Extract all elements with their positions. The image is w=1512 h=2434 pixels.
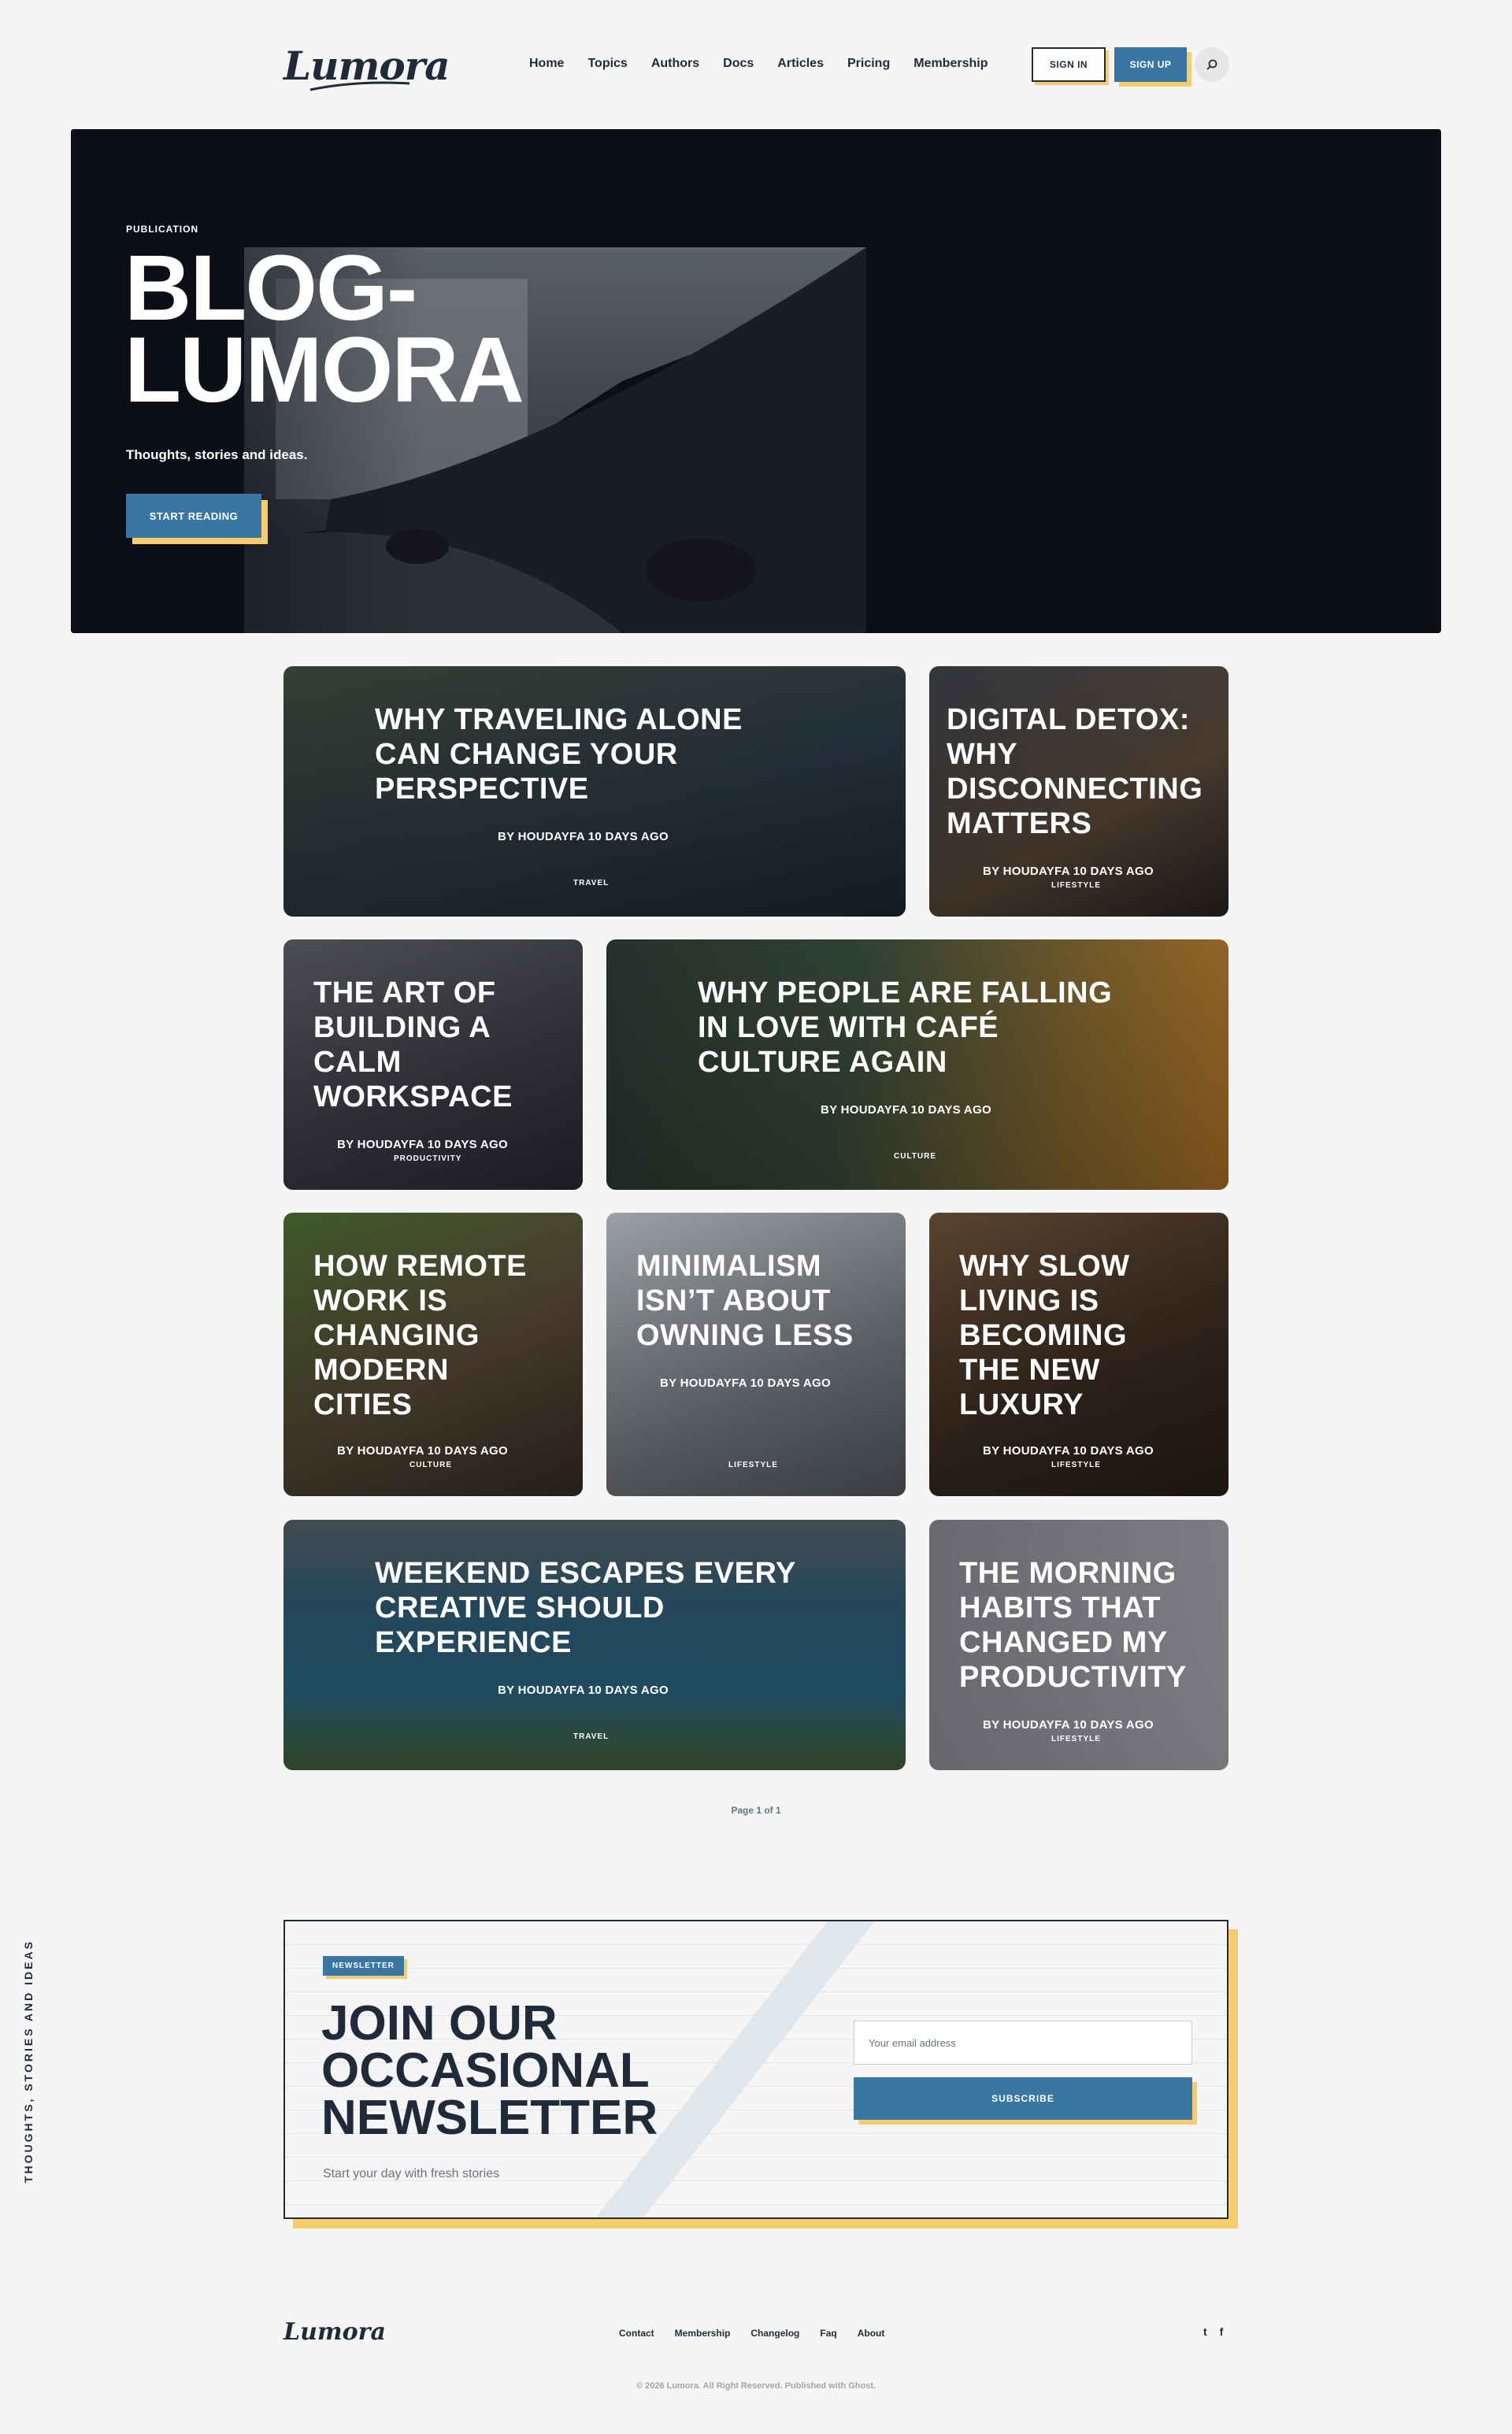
side-tagline: THOUGHTS, STORIES AND IDEAS <box>22 1939 35 2183</box>
post-tag[interactable]: LIFESTYLE <box>728 1461 778 1469</box>
post-card[interactable]: WHY TRAVELING ALONE CAN CHANGE YOUR PERS… <box>284 666 906 917</box>
post-card[interactable]: DIGITAL DETOX: WHY DISCONNECTING MATTERS… <box>929 666 1228 917</box>
newsletter-box: NEWSLETTER JOIN OUR OCCASIONAL NEWSLETTE… <box>284 1920 1228 2219</box>
start-reading-button[interactable]: START READING <box>126 494 261 538</box>
post-title[interactable]: MINIMALISM ISN’T ABOUT OWNING LESS <box>636 1249 888 1353</box>
footer-link-contact[interactable]: Contact <box>619 2328 654 2339</box>
newsletter-subtitle: Start your day with fresh stories <box>323 2167 500 2180</box>
sign-up-button[interactable]: SIGN UP <box>1114 47 1187 82</box>
post-title[interactable]: THE ART OF BUILDING A CALM WORKSPACE <box>313 976 550 1114</box>
post-title[interactable]: WHY PEOPLE ARE FALLING IN LOVE WITH CAFÉ… <box>698 976 1139 1080</box>
post-title[interactable]: WEEKEND ESCAPES EVERY CREATIVE SHOULD EX… <box>375 1556 816 1660</box>
post-tag[interactable]: CULTURE <box>894 1152 936 1161</box>
post-meta: BY HOUDAYFA 10 DAYS AGO <box>983 865 1154 878</box>
post-card[interactable]: HOW REMOTE WORK IS CHANGING MODERN CITIE… <box>284 1213 583 1496</box>
footer-link-changelog[interactable]: Changelog <box>750 2328 799 2339</box>
post-meta: BY HOUDAYFA 10 DAYS AGO <box>983 1718 1154 1732</box>
post-title[interactable]: HOW REMOTE WORK IS CHANGING MODERN CITIE… <box>313 1249 550 1422</box>
post-meta: BY HOUDAYFA 10 DAYS AGO <box>498 1684 669 1697</box>
footer-link-about[interactable]: About <box>858 2328 885 2339</box>
post-tag[interactable]: LIFESTYLE <box>1051 881 1101 890</box>
footer-nav: Contact Membership Changelog Faq About <box>619 2328 884 2339</box>
post-card[interactable]: MINIMALISM ISN’T ABOUT OWNING LESS BY HO… <box>606 1213 906 1496</box>
logo-swoosh <box>309 81 410 91</box>
search-button[interactable] <box>1195 47 1229 82</box>
post-meta: BY HOUDAYFA 10 DAYS AGO <box>498 830 669 843</box>
search-icon <box>1206 59 1217 70</box>
footer-logo[interactable]: Lumora <box>284 2318 386 2346</box>
footer-link-membership[interactable]: Membership <box>675 2328 731 2339</box>
facebook-icon[interactable]: f <box>1220 2325 1224 2338</box>
nav-pricing[interactable]: Pricing <box>847 57 890 71</box>
post-title[interactable]: DIGITAL DETOX: WHY DISCONNECTING MATTERS <box>947 702 1222 841</box>
post-meta: BY HOUDAYFA 10 DAYS AGO <box>337 1138 508 1151</box>
sign-in-button[interactable]: SIGN IN <box>1032 47 1106 82</box>
newsletter-title: JOIN OUR OCCASIONAL NEWSLETTER <box>321 1996 658 2145</box>
nav-authors[interactable]: Authors <box>651 57 699 71</box>
post-card[interactable]: THE MORNING HABITS THAT CHANGED MY PRODU… <box>929 1520 1228 1770</box>
hero-banner: PUBLICATION BLOG-LUMORA Thoughts, storie… <box>71 129 1441 633</box>
hero-title: BLOG-LUMORA <box>124 236 524 422</box>
post-title[interactable]: WHY SLOW LIVING IS BECOMING THE NEW LUXU… <box>959 1249 1195 1422</box>
footer-link-faq[interactable]: Faq <box>820 2328 836 2339</box>
post-meta: BY HOUDAYFA 10 DAYS AGO <box>337 1444 508 1458</box>
copyright: © 2026 Lumora. All Right Reserved. Publi… <box>636 2381 876 2391</box>
post-tag[interactable]: TRAVEL <box>573 1732 609 1741</box>
social-links: t f <box>1203 2325 1223 2338</box>
hero-label: PUBLICATION <box>126 224 199 235</box>
post-card[interactable]: WHY SLOW LIVING IS BECOMING THE NEW LUXU… <box>929 1213 1228 1496</box>
post-card[interactable]: WHY PEOPLE ARE FALLING IN LOVE WITH CAFÉ… <box>606 939 1228 1190</box>
hero-subtitle: Thoughts, stories and ideas. <box>126 447 308 462</box>
pagination: Page 1 of 1 <box>731 1805 781 1816</box>
subscribe-button[interactable]: SUBSCRIBE <box>854 2077 1192 2120</box>
post-meta: BY HOUDAYFA 10 DAYS AGO <box>983 1444 1154 1458</box>
post-meta: BY HOUDAYFA 10 DAYS AGO <box>821 1103 991 1117</box>
email-input[interactable]: Your email address <box>854 2021 1192 2065</box>
site-header: Lumora Home Topics Authors Docs Articles… <box>284 44 1229 91</box>
post-tag[interactable]: LIFESTYLE <box>1051 1461 1101 1469</box>
main-nav: Home Topics Authors Docs Articles Pricin… <box>529 57 988 71</box>
post-title[interactable]: THE MORNING HABITS THAT CHANGED MY PRODU… <box>959 1556 1219 1695</box>
newsletter-tag: NEWSLETTER <box>323 1956 404 1976</box>
nav-home[interactable]: Home <box>529 57 564 71</box>
nav-topics[interactable]: Topics <box>587 57 627 71</box>
twitter-icon[interactable]: t <box>1203 2325 1207 2338</box>
post-title[interactable]: WHY TRAVELING ALONE CAN CHANGE YOUR PERS… <box>375 702 784 806</box>
post-tag[interactable]: PRODUCTIVITY <box>394 1154 461 1163</box>
nav-docs[interactable]: Docs <box>723 57 754 71</box>
post-tag[interactable]: CULTURE <box>410 1461 452 1469</box>
post-card[interactable]: THE ART OF BUILDING A CALM WORKSPACE BY … <box>284 939 583 1190</box>
post-tag[interactable]: TRAVEL <box>573 879 609 887</box>
nav-articles[interactable]: Articles <box>777 57 824 71</box>
nav-membership[interactable]: Membership <box>914 57 988 71</box>
post-card[interactable]: WEEKEND ESCAPES EVERY CREATIVE SHOULD EX… <box>284 1520 906 1770</box>
post-tag[interactable]: LIFESTYLE <box>1051 1735 1101 1743</box>
post-meta: BY HOUDAYFA 10 DAYS AGO <box>660 1376 831 1390</box>
